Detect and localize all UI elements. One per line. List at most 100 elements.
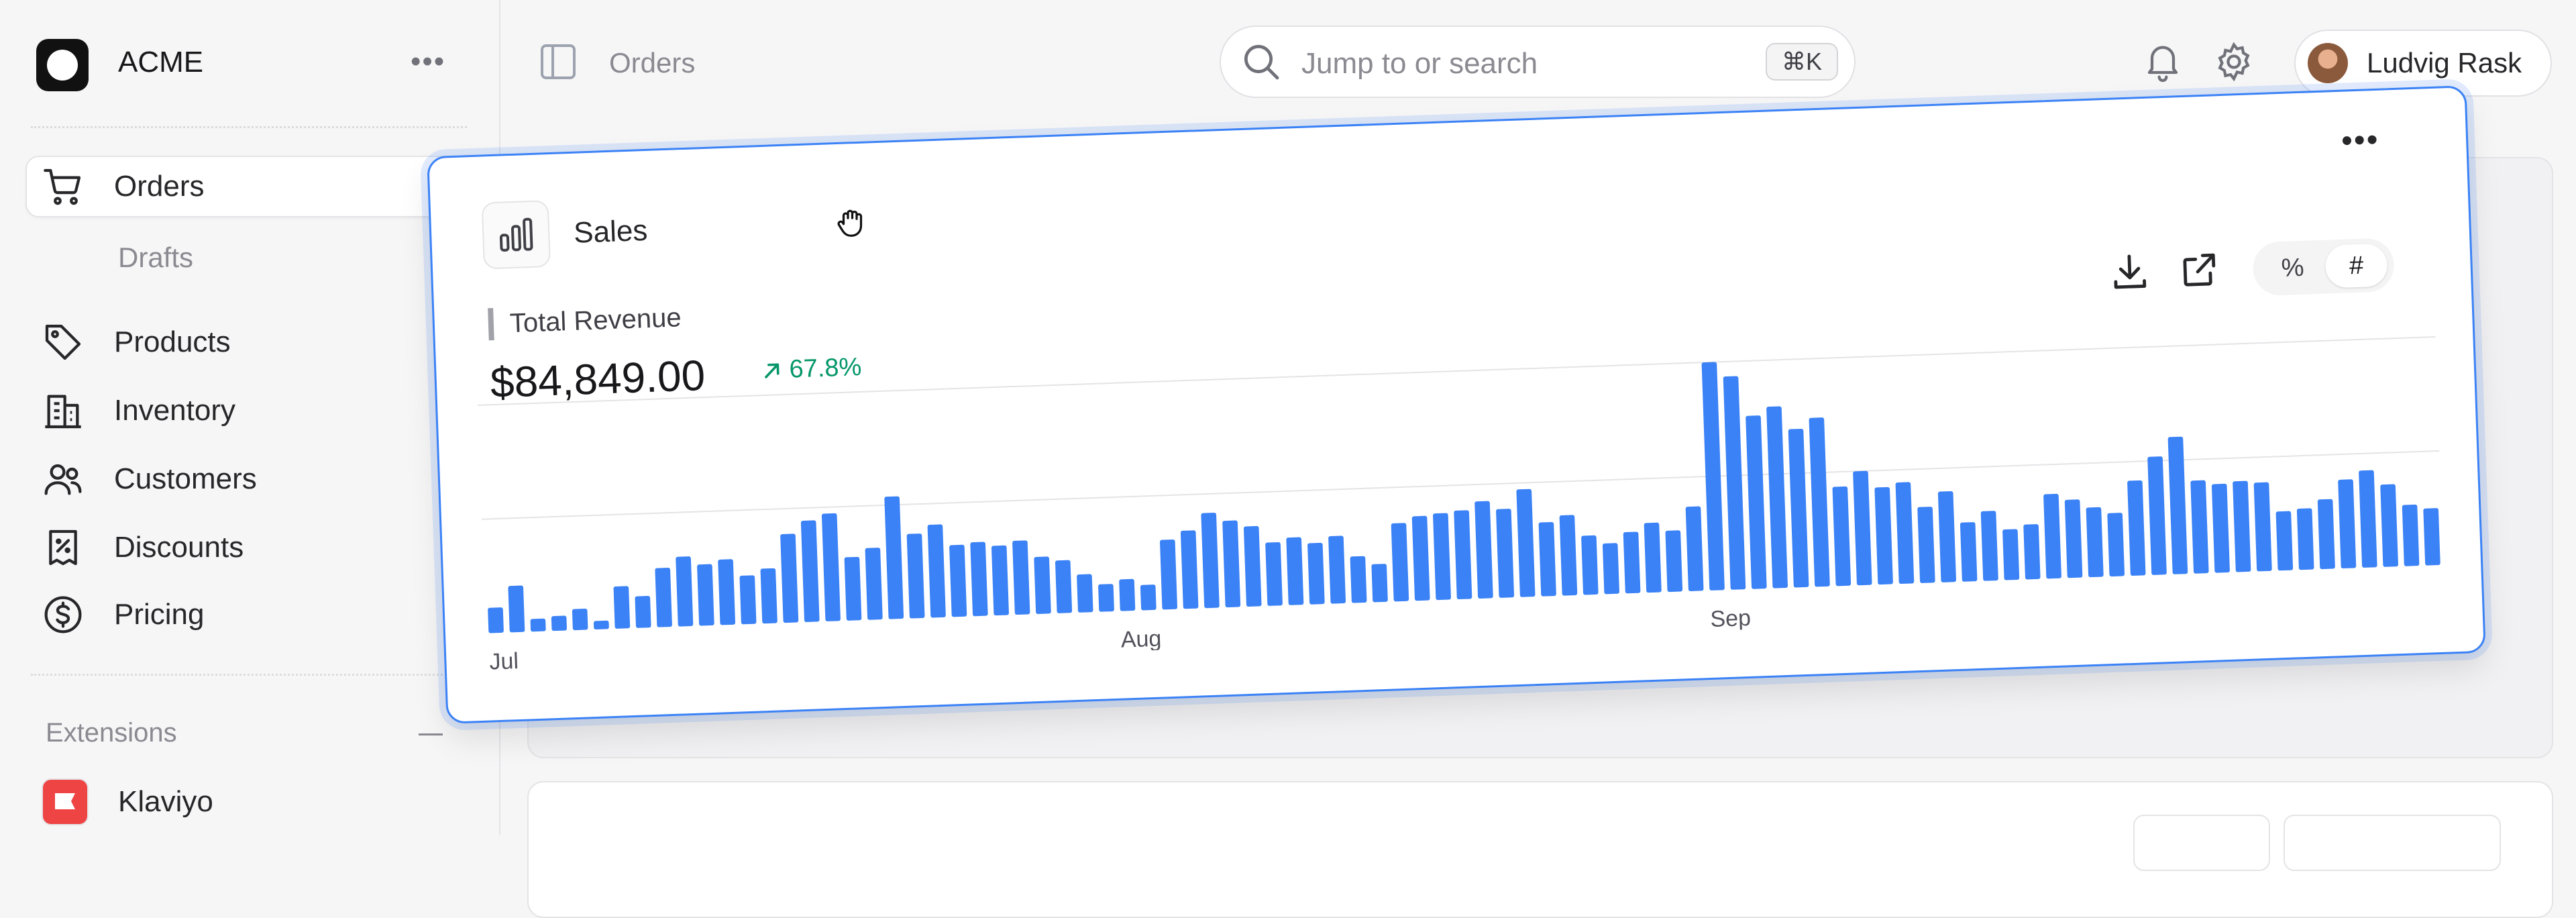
chart-bar[interactable] [1516,489,1536,597]
chart-bar[interactable] [676,556,694,627]
chart-bar[interactable] [1411,515,1430,601]
sidebar-item-klaviyo[interactable]: Klaviyo [118,785,213,819]
download-icon[interactable] [2108,250,2152,295]
chart-bar[interactable] [1960,522,1978,582]
chart-bar[interactable] [760,568,777,624]
chart-bar[interactable] [780,533,799,623]
chart-bar[interactable] [2190,480,2209,574]
chart-bar[interactable] [1917,507,1935,583]
extensions-collapse-button[interactable] [419,733,443,735]
chart-bar[interactable] [1602,543,1619,595]
content-button[interactable] [2133,815,2270,871]
chart-bar[interactable] [1665,530,1683,593]
workspace-menu-button[interactable]: ••• [411,47,445,76]
chart-bar[interactable] [821,513,841,621]
toggle-percent[interactable]: % [2269,251,2317,285]
chart-bar[interactable] [2043,493,2061,579]
chart-bar[interactable] [1286,537,1304,605]
chart-bar[interactable] [593,620,609,629]
chart-bar[interactable] [1433,513,1451,601]
chart-bar[interactable] [613,586,631,629]
chart-bar[interactable] [1832,486,1851,586]
chart-bar[interactable] [739,575,757,625]
chart-bar[interactable] [1980,511,1998,581]
chart-bar[interactable] [2338,479,2357,569]
chart-bar[interactable] [1201,513,1220,609]
chart-bar[interactable] [1788,428,1809,588]
chart-bar[interactable] [1180,530,1199,609]
sidebar-item-products[interactable]: Products [42,322,231,362]
chart-bar[interactable] [1538,521,1556,597]
chart-bar[interactable] [1937,491,1957,582]
chart-bar[interactable] [2127,480,2146,576]
chart-bar[interactable] [1265,542,1283,606]
chart-bar[interactable] [1034,556,1051,614]
chart-bar[interactable] [2147,456,2167,575]
chart-bar[interactable] [844,556,862,621]
chart-bar[interactable] [970,542,988,617]
toggle-count[interactable]: # [2324,243,2388,289]
chart-bar[interactable] [1685,506,1704,591]
chart-bar[interactable] [1098,584,1114,612]
gear-icon[interactable] [2212,40,2255,83]
chart-bar[interactable] [572,609,588,631]
chart-bar[interactable] [551,615,568,631]
chart-bar[interactable] [1874,487,1893,585]
chart-bar[interactable] [2211,483,2230,573]
sidebar-item-customers[interactable]: Customers [42,459,257,499]
chart-bar[interactable] [906,533,925,619]
chart-bar[interactable] [2296,508,2314,570]
sidebar-item-orders[interactable]: Orders [42,166,204,207]
chart-bar[interactable] [2064,499,2083,578]
chart-bar[interactable] [1077,574,1093,613]
chart-bar[interactable] [1746,415,1767,589]
chart-bar[interactable] [1474,501,1493,599]
chart-bar[interactable] [1119,578,1136,611]
chart-bar[interactable] [2380,484,2398,567]
chart-bar[interactable] [1243,525,1262,607]
chart-bar[interactable] [1895,482,1915,584]
chart-bar[interactable] [991,545,1009,616]
chart-bar[interactable] [1644,522,1662,593]
chart-bar[interactable] [865,548,883,620]
chart-bar[interactable] [2253,482,2272,572]
chart-bar[interactable] [2402,504,2420,566]
chart-bar[interactable] [949,544,967,617]
chart-bar[interactable] [1853,470,1872,586]
chart-bar[interactable] [2167,436,2188,574]
chart-bar[interactable] [884,496,904,619]
chart-bar[interactable] [635,596,651,628]
sales-widget-card[interactable]: Sales ••• Total Revenue $84,849.00 67.8%… [427,85,2486,724]
card-menu-button[interactable]: ••• [2341,122,2379,159]
chart-bar[interactable] [1723,376,1746,590]
chart-bar[interactable] [1581,535,1599,595]
chart-bar[interactable] [2423,508,2440,566]
chart-bar[interactable] [2275,511,2294,571]
chart-bar[interactable] [1559,515,1578,596]
chart-bar[interactable] [1371,564,1388,603]
chart-bar[interactable] [1012,540,1030,615]
chart-bar[interactable] [2317,499,2335,570]
sidebar-item-drafts[interactable]: Drafts [118,242,193,274]
chart-bar[interactable] [2359,470,2377,568]
external-link-icon[interactable] [2178,248,2222,292]
sidebar-item-pricing[interactable]: Pricing [42,595,205,635]
chart-bar[interactable] [530,618,546,632]
chart-bar[interactable] [800,520,820,623]
chart-bar[interactable] [1140,584,1157,611]
chart-bar[interactable] [508,585,525,633]
chart-bar[interactable] [2023,524,2041,580]
chart-bar[interactable] [1159,539,1178,610]
sidebar-item-inventory[interactable]: Inventory [42,391,235,431]
sidebar-toggle-icon[interactable] [541,44,576,79]
chart-bar[interactable] [1307,542,1325,605]
chart-bar[interactable] [2086,507,2104,578]
chart-bar[interactable] [1454,510,1472,600]
chart-bar[interactable] [1623,531,1641,594]
chart-bar[interactable] [2002,529,2020,580]
chart-bar[interactable] [1350,556,1367,603]
chart-bar[interactable] [697,564,714,626]
bell-icon[interactable] [2141,40,2184,83]
chart-bar[interactable] [1766,406,1788,589]
chart-bar[interactable] [1055,560,1073,613]
